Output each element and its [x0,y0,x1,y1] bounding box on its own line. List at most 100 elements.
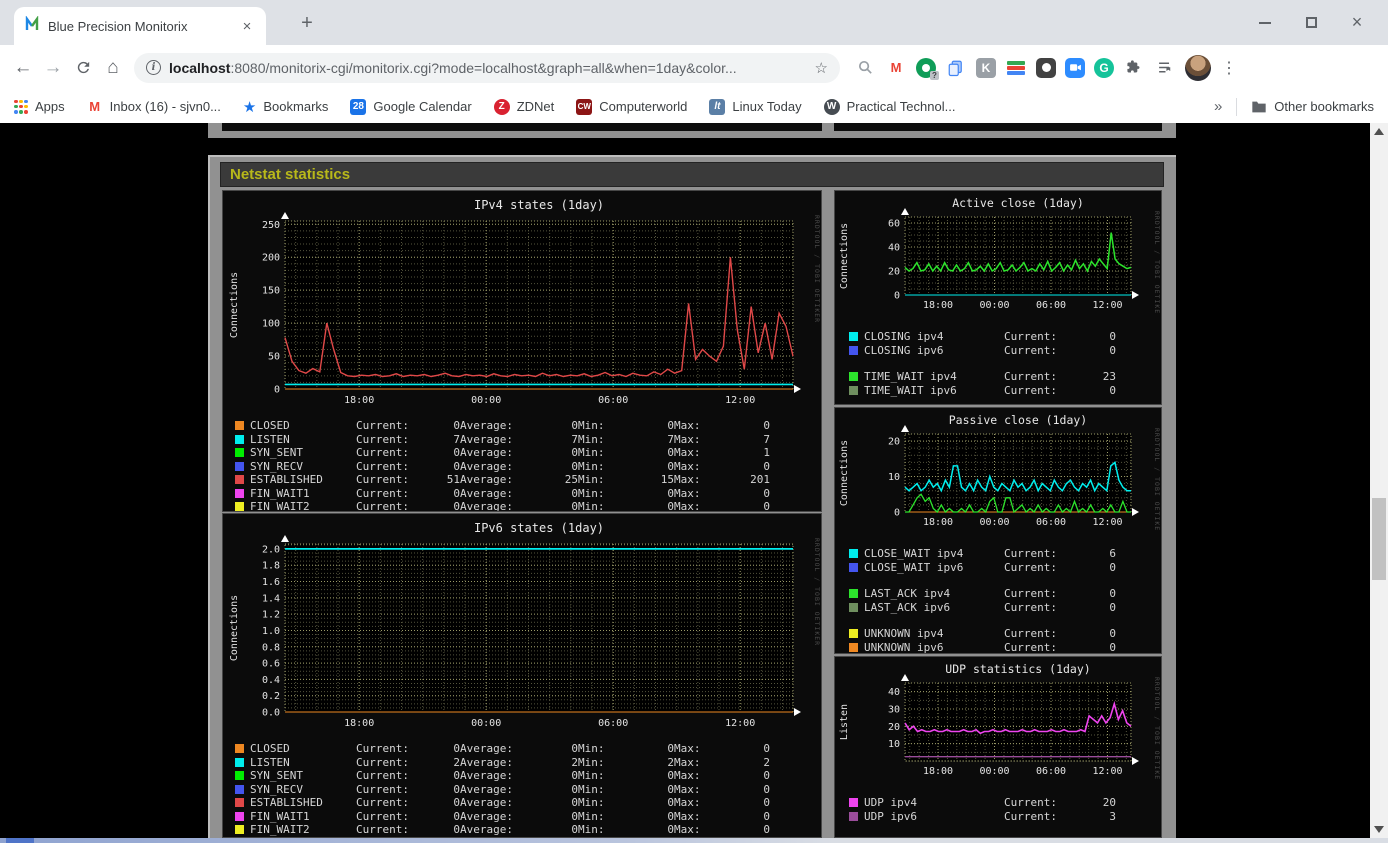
bookmarks-overflow-icon[interactable]: » [1214,98,1222,115]
legend-stat-key: Average: [460,796,513,810]
home-button[interactable]: ⌂ [98,53,128,83]
copy-pages-extension-icon[interactable] [945,57,967,79]
svg-text:10: 10 [888,472,900,483]
new-tab-button[interactable]: + [294,10,320,36]
legend-stat-value: 0 [571,796,578,810]
rrdtool-watermark: RRDTOOL / TOBI OETIKER [1153,428,1161,530]
legend-stat-key: Min: [578,419,605,433]
legend-stat-key: Max: [674,459,701,473]
svg-text:06:00: 06:00 [1036,300,1066,311]
graph-ipv6_states: 0.0 0.2 0.4 0.6 0.8 1.0 1.2 1.4 1.6 1.8 2.0 18:00 00… [229,521,821,729]
legend-stat-key: Min: [578,796,605,810]
profile-avatar[interactable] [1185,54,1211,81]
svg-text:06:00: 06:00 [1036,517,1066,528]
legend-swatch [235,502,244,511]
browser-tab[interactable]: Blue Precision Monitorix × [14,7,266,45]
legend-stat: Max: 0 [674,419,770,432]
other-bookmarks-button[interactable]: Other bookmarks [1251,99,1374,114]
scrollbar-down-icon[interactable] [1374,826,1384,833]
bookmark-zdnet[interactable]: Z ZDNet [493,98,555,115]
legend-label: ESTABLISHED [250,796,323,810]
bookmark-linux-today[interactable]: lt Linux Today [709,98,802,115]
other-bookmarks-label: Other bookmarks [1274,99,1374,114]
url-text[interactable]: localhost:8080/monitorix-cgi/monitorix.c… [169,60,807,76]
svg-text:18:00: 18:00 [923,766,953,777]
legend-stat-key: Current: [356,755,409,769]
svg-text:00:00: 00:00 [471,395,501,406]
chart-legend: CLOSED Current: 0 Average: 0 Min: 0 Max: 0 LISTEN… [223,419,821,512]
chart-legend: CLOSING ipv4 Current: 0 CLOSING ipv6 Current… [835,330,1161,397]
tab-title: Blue Precision Monitorix [48,18,188,34]
legend-swatch [849,642,858,652]
k-extension-icon[interactable]: K [976,57,996,78]
maximize-button[interactable] [1288,0,1334,45]
voice-extension-icon[interactable]: ? [916,57,939,80]
bookmark-practical-technology[interactable]: W Practical Technol... [823,98,956,115]
wallet-extension-icon[interactable] [1036,57,1056,78]
svg-text:20: 20 [888,267,900,278]
bookmarks-divider [1236,97,1238,116]
scrollbar-thumb[interactable] [1372,498,1386,580]
legend-swatch [235,461,244,471]
graph-ipv4_states: 0 50 100 150 200 250 18:00 00:00 06:00 12:00 IPv4 … [229,198,821,406]
bookmark-star-icon[interactable]: ☆ [815,59,828,77]
reading-list-icon[interactable] [1154,57,1176,79]
minimize-button[interactable] [1242,0,1288,45]
legend-stat-key: Min: [578,446,605,460]
bookmark-apps[interactable]: Apps [14,99,65,114]
chart-panel-ipv4-states: 0 50 100 150 200 250 18:00 00:00 06:00 12:00 IPv4 … [222,190,822,512]
legend-stat: Current: 3 [1004,810,1116,823]
search-extension-icon[interactable] [854,57,876,79]
browser-menu-icon[interactable]: ⋮ [1220,58,1238,78]
forward-button[interactable]: → [38,53,68,83]
legend-stat-value: 0 [1109,560,1116,574]
legend-stat: Max: 1 [674,446,770,459]
legend-stat-value: 0 [571,500,578,512]
back-button[interactable]: ← [8,53,38,83]
legend-row: TIME_WAIT ipv4 Current: 23 [849,370,1161,384]
tab-close-icon[interactable]: × [238,18,256,35]
chart-panel-passive-close: 0 10 20 18:00 00:00 06:00 12:00 Passive close (… [834,407,1162,654]
scrollbar-up-icon[interactable] [1374,128,1384,135]
star-icon: ★ [242,98,257,116]
vertical-scrollbar[interactable] [1370,123,1388,838]
site-info-icon[interactable]: i [146,60,161,75]
maximize-icon [1305,17,1317,28]
bookmark-label: Practical Technol... [846,99,956,114]
reload-button[interactable] [68,53,98,83]
monitorix-favicon-icon [24,14,40,37]
gmail-icon: M [89,99,101,114]
legend-stat: Max: 0 [674,810,770,823]
gmail-extension-icon[interactable]: M [885,56,907,79]
legend-swatch [235,784,244,794]
video-call-extension-icon[interactable] [1065,57,1085,78]
bookmark-computerworld[interactable]: CW Computerworld [576,98,687,115]
bookmark-inbox[interactable]: M Inbox (16) - sjvn0... [87,99,221,115]
chart-legend: CLOSED Current: 0 Average: 0 Min: 0 Max: 0 LISTEN… [223,742,821,837]
window-bottom-edge [0,838,1388,843]
legend-stat-value: 0 [1109,587,1116,601]
legend-stat: Current: 0 [1004,344,1116,357]
legend-stat-key: Average: [460,769,513,783]
chart-title: Passive close (1day) [949,413,1087,427]
legend-stat: Average: 0 [460,742,578,755]
legend-stat-value: 0 [453,419,460,433]
legend-stat-key: Max: [674,446,701,460]
wordpress-icon: W [823,98,840,115]
svg-text:1.2: 1.2 [262,610,280,621]
legend-label: LISTEN [250,432,290,446]
close-button[interactable]: × [1334,0,1380,45]
legend-stat-key: Current: [356,500,409,512]
url-bar[interactable]: i localhost:8080/monitorix-cgi/monitorix… [134,52,840,83]
legend-stat-key: Current: [356,473,409,487]
bookmark-google-calendar[interactable]: 28 Google Calendar [350,98,472,115]
legend-stat-key: Min: [578,769,605,783]
legend-stat: Average: 0 [460,796,578,809]
bookmark-label: ZDNet [516,99,555,114]
grammarly-extension-icon[interactable]: G [1094,57,1114,78]
books-extension-icon[interactable] [1005,57,1027,79]
svg-text:200: 200 [262,253,280,264]
legend-stat: Min: 0 [578,419,674,432]
bookmark-bookmarks[interactable]: ★ Bookmarks [243,98,328,116]
extensions-puzzle-icon[interactable] [1123,57,1145,79]
